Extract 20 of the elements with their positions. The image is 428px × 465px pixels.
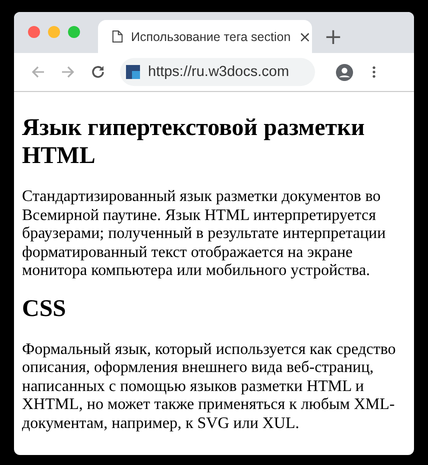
section-heading: CSS bbox=[22, 294, 68, 322]
reload-icon[interactable] bbox=[90, 64, 106, 80]
document-icon bbox=[112, 30, 123, 43]
site-logo-icon bbox=[126, 65, 140, 79]
url-text: https://ru.w3docs.com bbox=[148, 64, 290, 80]
tab-title: Использование тега section bbox=[131, 30, 291, 44]
browser-tab[interactable]: Использование тега section × bbox=[98, 20, 312, 53]
address-bar[interactable]: https://ru.w3docs.com bbox=[120, 58, 315, 86]
section-heading: Язык гипертекстовой разметки HTML bbox=[22, 114, 366, 170]
menu-icon[interactable] bbox=[372, 65, 376, 79]
zoom-button[interactable] bbox=[68, 26, 80, 38]
paragraph: Формальный язык, который используется как средство описания, оформления внешнего вида веб-страниц, написанных с помощью языков разметки HTML и XHTML, но может также применяться к любым XML-документам, например, к SVG или XUL. bbox=[22, 340, 397, 433]
new-tab-button[interactable]: + bbox=[312, 27, 342, 53]
close-tab-button[interactable]: × bbox=[298, 28, 312, 46]
paragraph: Стандартизированный язык разметки документов во Всемирной паутине. Язык HTML интерпретируется браузерами; полученный в результате интерпретации форматированный текст отображается на экране монитора компьютера или мобильного устройства. bbox=[22, 188, 387, 280]
minimize-button[interactable] bbox=[48, 26, 60, 38]
account-icon[interactable] bbox=[335, 62, 354, 82]
forward-icon[interactable] bbox=[60, 64, 76, 80]
close-button[interactable] bbox=[28, 26, 40, 38]
back-icon[interactable] bbox=[30, 64, 46, 80]
